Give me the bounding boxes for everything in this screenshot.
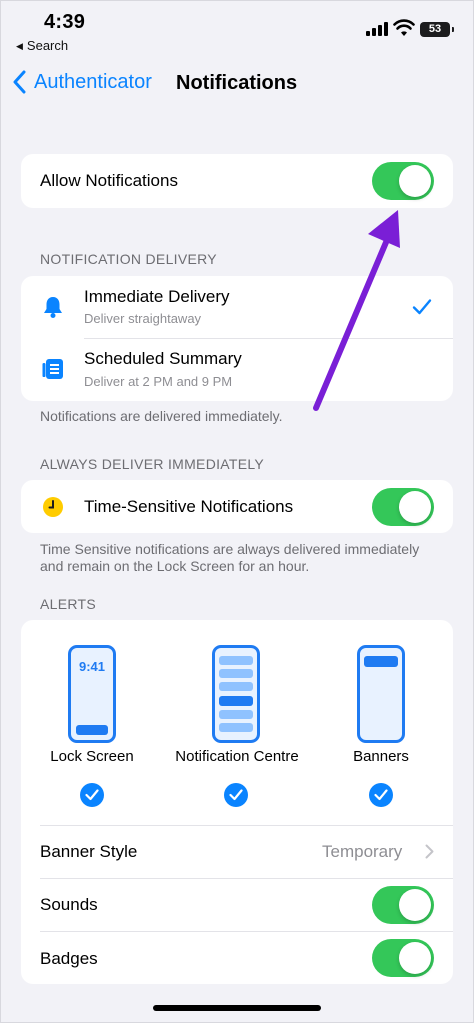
- scheduled-summary-title: Scheduled Summary: [84, 349, 242, 368]
- back-triangle-icon: ◀: [16, 41, 23, 51]
- alerts-card: 9:41 Lock Screen Notification Centre Ban…: [21, 620, 453, 984]
- notification-centre-caption: Notification Centre: [175, 748, 299, 765]
- banners-check[interactable]: [369, 783, 393, 807]
- allow-notifications-label: Allow Notifications: [40, 171, 178, 190]
- chevron-left-icon: [13, 70, 26, 94]
- immediate-delivery-subtitle: Deliver straightaway: [84, 311, 202, 326]
- lock-screen-time: 9:41: [78, 659, 106, 674]
- banners-preview[interactable]: [357, 645, 405, 743]
- sounds-label: Sounds: [40, 895, 98, 914]
- notification-centre-preview[interactable]: [212, 645, 260, 743]
- lock-screen-caption: Lock Screen: [50, 748, 134, 765]
- sounds-row: Sounds: [21, 879, 453, 931]
- lock-screen-check[interactable]: [80, 783, 104, 807]
- banners-caption: Banners: [353, 748, 409, 765]
- time-sensitive-footnote: Time Sensitive notifications are always …: [40, 541, 420, 574]
- banner-style-row[interactable]: Banner Style Temporary: [21, 826, 453, 878]
- check-icon: [85, 789, 99, 801]
- scheduled-summary-subtitle: Deliver at 2 PM and 9 PM: [84, 374, 233, 389]
- badges-toggle[interactable]: [372, 939, 434, 977]
- time-sensitive-label: Time-Sensitive Notifications: [84, 497, 294, 516]
- lock-screen-preview[interactable]: 9:41: [68, 645, 116, 743]
- badges-label: Badges: [40, 949, 98, 968]
- alerts-header: ALERTS: [40, 596, 97, 612]
- status-time: 4:39: [44, 11, 86, 33]
- back-button-label: Authenticator: [34, 70, 152, 93]
- badges-row: Badges: [21, 932, 453, 984]
- immediate-delivery-title: Immediate Delivery: [84, 287, 230, 306]
- battery-indicator: 53: [420, 22, 454, 37]
- chevron-right-icon: [425, 844, 434, 859]
- wifi-icon: [393, 19, 415, 36]
- always-deliver-header: ALWAYS DELIVER IMMEDIATELY: [40, 456, 265, 472]
- allow-notifications-toggle[interactable]: [372, 162, 434, 200]
- time-sensitive-card: Time-Sensitive Notifications: [21, 480, 453, 533]
- summary-icon: [42, 359, 63, 379]
- bell-icon: [44, 297, 62, 318]
- sounds-toggle[interactable]: [372, 886, 434, 924]
- page-title: Notifications: [176, 72, 298, 94]
- banner-style-label: Banner Style: [40, 842, 138, 861]
- time-sensitive-toggle[interactable]: [372, 488, 434, 526]
- status-back-to-app[interactable]: ◀ Search: [16, 38, 68, 53]
- check-icon: [229, 789, 243, 801]
- notification-delivery-header: NOTIFICATION DELIVERY: [40, 251, 217, 267]
- notification-centre-check[interactable]: [224, 783, 248, 807]
- check-icon: [374, 789, 388, 801]
- status-back-label: Search: [26, 38, 69, 53]
- banner-style-value: Temporary: [322, 842, 403, 861]
- annotation-arrow: [313, 210, 400, 411]
- clock-icon: [43, 497, 63, 517]
- back-button[interactable]: Authenticator: [12, 70, 152, 94]
- home-indicator[interactable]: [153, 1005, 321, 1011]
- cellular-signal-icon: [366, 22, 388, 36]
